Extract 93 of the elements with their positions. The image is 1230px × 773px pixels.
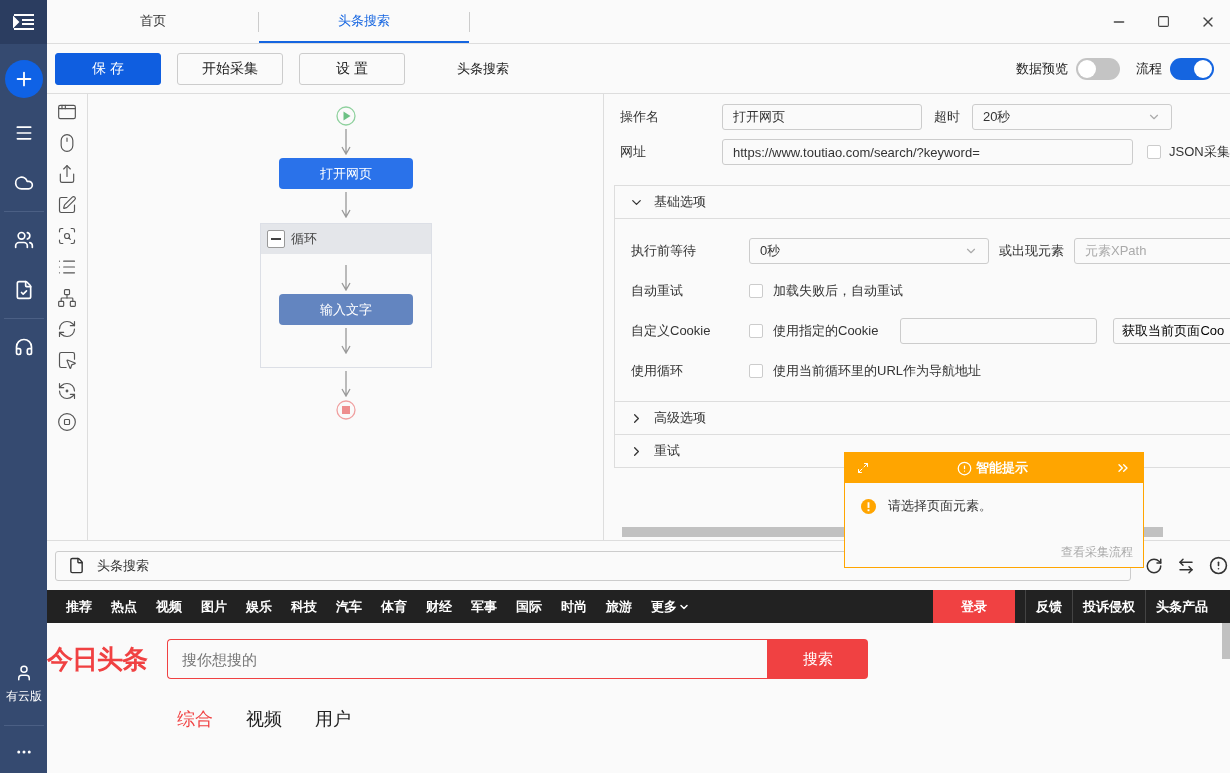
arrow-connector — [340, 371, 351, 397]
name-input[interactable]: 打开网页 — [722, 104, 922, 130]
loop-label: 循环 — [290, 230, 317, 248]
site-logo: 今日头条 — [47, 642, 147, 676]
upload-icon[interactable] — [57, 164, 77, 184]
url-input[interactable]: https://www.toutiao.com/search/?keyword= — [722, 139, 1133, 165]
start-icon — [335, 106, 356, 126]
header-link[interactable]: 投诉侵权 — [1072, 590, 1145, 623]
info-icon[interactable] — [1209, 556, 1228, 575]
header-link[interactable]: 头条产品 — [1145, 590, 1218, 623]
toolbar-button[interactable]: 开始采集 — [177, 52, 283, 85]
nav-link[interactable]: 汽车 — [336, 597, 362, 616]
add-button[interactable] — [4, 60, 43, 98]
nav-link[interactable]: 军事 — [471, 597, 497, 616]
arrow-connector — [340, 192, 351, 218]
field-label: 操作名 — [620, 108, 660, 126]
users-icon[interactable] — [13, 230, 34, 250]
checkbox[interactable] — [749, 364, 763, 378]
nav-link[interactable]: 体育 — [381, 597, 407, 616]
field-label: 自定义Cookie — [631, 322, 712, 340]
window-tab[interactable]: 首页 — [48, 0, 258, 43]
scan-search-icon[interactable] — [57, 226, 77, 246]
toggle-switch[interactable] — [1076, 57, 1120, 80]
field-label: 超时 — [934, 108, 960, 126]
wait-select[interactable]: 0秒 — [749, 238, 989, 264]
field-label: 网址 — [620, 143, 647, 161]
login-button[interactable]: 登录 — [933, 590, 1015, 623]
timeout-select[interactable]: 20秒 — [972, 104, 1172, 130]
get-cookie-button[interactable]: 获取当前页面Coo — [1113, 318, 1230, 344]
checkbox[interactable] — [1147, 145, 1161, 159]
address-text: 头条搜索 — [97, 556, 149, 575]
search-field[interactable]: 搜你想搜的 — [167, 639, 767, 679]
loop-icon[interactable] — [57, 319, 77, 339]
toolbar-button[interactable]: 保 存 — [55, 52, 161, 85]
window-tab[interactable]: 头条搜索 — [259, 0, 469, 43]
toolbar-button[interactable]: 设 置 — [299, 52, 405, 85]
edit-icon[interactable] — [57, 195, 77, 215]
stop-icon[interactable] — [57, 412, 77, 432]
nav-link[interactable]: 图片 — [201, 597, 227, 616]
cookie-input[interactable] — [900, 318, 1098, 344]
arrow-connector — [340, 265, 351, 291]
checkbox[interactable] — [749, 284, 763, 298]
field-label: 或出现元素 — [999, 242, 1064, 260]
hierarchy-icon[interactable] — [57, 288, 77, 308]
headphones-icon[interactable] — [13, 337, 34, 357]
result-tab[interactable]: 用户 — [315, 707, 351, 731]
more-link[interactable]: 更多 — [651, 597, 690, 616]
toggle-switch[interactable] — [1170, 57, 1214, 80]
result-tab[interactable]: 视频 — [246, 707, 282, 731]
nav-link[interactable]: 财经 — [426, 597, 452, 616]
nav-link[interactable]: 娱乐 — [246, 597, 272, 616]
checkbox-label: 加载失败后，自动重试 — [773, 282, 903, 300]
result-tab[interactable]: 综合 — [177, 707, 213, 731]
field-label: 使用循环 — [631, 362, 684, 380]
sidebar-label: 有云版 — [5, 688, 42, 705]
nav-link[interactable]: 国际 — [516, 597, 542, 616]
refresh-icon[interactable] — [1145, 556, 1163, 575]
nav-link[interactable]: 旅游 — [606, 597, 632, 616]
nav-link[interactable]: 视频 — [156, 597, 182, 616]
pointer-select-icon[interactable] — [57, 350, 77, 370]
arrow-connector — [340, 129, 351, 155]
nav-link[interactable]: 时尚 — [561, 597, 587, 616]
checkbox[interactable] — [749, 324, 763, 338]
swap-icon[interactable] — [1177, 556, 1195, 575]
checkbox-label: 使用指定的Cookie — [773, 322, 879, 340]
cloud-icon[interactable] — [13, 173, 34, 193]
flow-step-node[interactable]: 输入文字 — [278, 294, 413, 325]
page-icon — [68, 557, 85, 574]
field-label: 执行前等待 — [631, 242, 697, 260]
search-button[interactable]: 搜索 — [767, 639, 868, 679]
field-label: 自动重试 — [631, 282, 684, 300]
end-icon — [335, 400, 356, 420]
window-add-icon[interactable] — [57, 102, 77, 122]
nav-link[interactable]: 推荐 — [66, 597, 92, 616]
header-link[interactable]: 反馈 — [1025, 590, 1072, 623]
nav-link[interactable]: 热点 — [111, 597, 137, 616]
section-header[interactable]: 高级选项 — [615, 402, 1230, 435]
task-title: 头条搜索 — [457, 59, 509, 78]
warning-icon — [861, 498, 876, 514]
maximize-icon[interactable] — [1157, 15, 1170, 28]
menu-indent-icon[interactable] — [12, 13, 35, 31]
arrow-connector — [340, 328, 351, 354]
checkbox-label: JSON采集 — [1169, 143, 1230, 161]
nav-link[interactable]: 科技 — [291, 597, 317, 616]
collapse-toggle[interactable] — [266, 230, 285, 248]
vertical-scrollbar[interactable] — [1222, 623, 1230, 659]
toggle-label: 流程 — [1136, 59, 1162, 78]
toggle-label: 数据预览 — [1016, 59, 1068, 78]
flow-step-node[interactable]: 打开网页 — [278, 158, 413, 189]
checkbox-label: 使用当前循环里的URL作为导航地址 — [773, 362, 981, 380]
popup-message: 请选择页面元素。 — [888, 497, 992, 515]
section-header[interactable]: 基础选项 — [615, 186, 1230, 219]
alert-icon — [956, 460, 972, 476]
